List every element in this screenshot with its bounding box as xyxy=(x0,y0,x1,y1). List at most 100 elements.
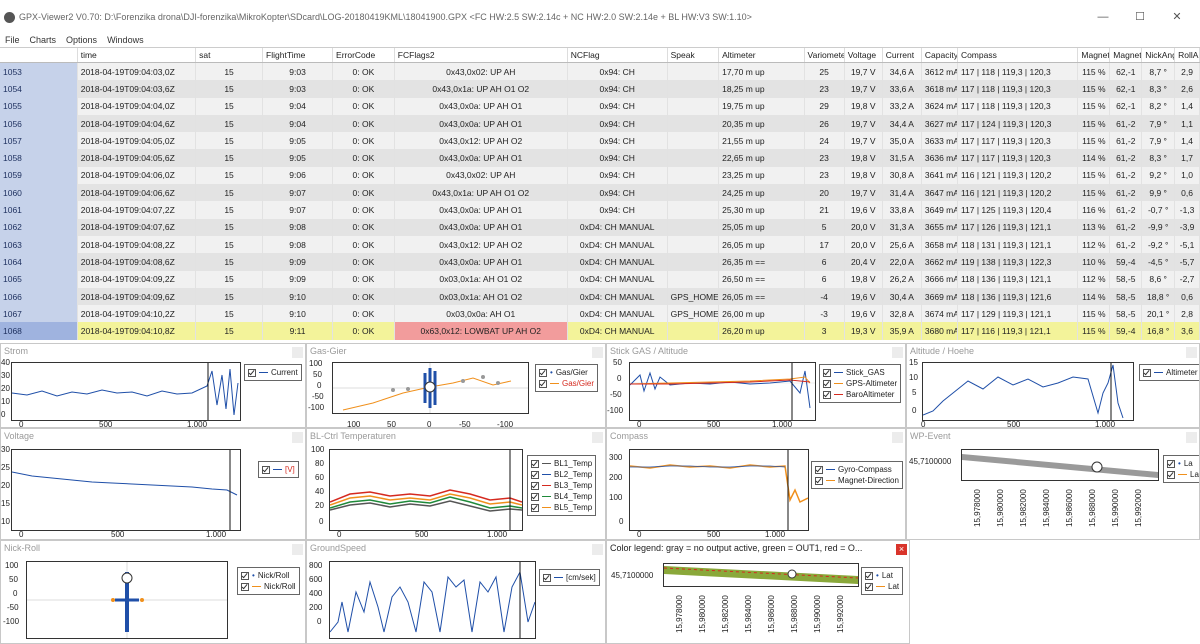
table-cell[interactable]: 114 % xyxy=(1077,149,1111,167)
table-cell[interactable]: 30,4 A xyxy=(882,287,922,306)
table-cell[interactable]: 62,-1 xyxy=(1109,80,1143,98)
table-cell[interactable]: 1,1 xyxy=(1174,114,1200,133)
table-cell[interactable]: 115 % xyxy=(1077,80,1111,98)
table-cell[interactable]: 2018-04-19T09:04:04,6Z xyxy=(77,114,197,133)
table-cell[interactable]: 26,35 m == xyxy=(718,253,805,271)
table-cell[interactable]: 117 | 126 | 119,3 | 121,1 xyxy=(957,218,1079,236)
table-cell[interactable]: 19,7 V xyxy=(844,62,883,81)
table-cell[interactable]: 3680 mAh xyxy=(921,322,958,340)
table-cell[interactable]: 9:05 xyxy=(262,149,334,167)
checkbox-icon[interactable] xyxy=(531,481,539,490)
table-cell[interactable]: 0,6 xyxy=(1174,184,1200,202)
table-cell[interactable]: 19,8 V xyxy=(844,149,883,167)
column-header[interactable]: Variometer xyxy=(804,48,845,63)
table-cell[interactable]: 9,2 ° xyxy=(1141,166,1176,185)
table-cell[interactable]: 62,-1 xyxy=(1109,62,1143,81)
table-cell[interactable]: -5,1 xyxy=(1174,235,1200,254)
table-cell[interactable]: 0x94: CH xyxy=(567,166,668,185)
table-cell[interactable]: -0,7 ° xyxy=(1141,201,1176,219)
table-cell[interactable]: 9:03 xyxy=(262,80,334,98)
table-cell[interactable]: 2,9 xyxy=(1174,62,1200,81)
table-cell[interactable]: 30,8 A xyxy=(882,166,922,185)
table-cell[interactable]: 61,-2 xyxy=(1109,201,1143,219)
table-cell[interactable]: 61,-2 xyxy=(1109,149,1143,167)
table-cell[interactable]: 16,8 ° xyxy=(1141,322,1176,340)
table-cell[interactable]: 6 xyxy=(804,253,845,271)
table-cell[interactable]: 0: OK xyxy=(332,305,395,323)
table-cell[interactable]: 25,05 m up xyxy=(718,218,805,236)
row-header[interactable]: 1065 xyxy=(0,270,78,288)
table-cell[interactable]: 0x63,0x12: LOWBAT UP AH O2 xyxy=(394,322,568,340)
table-cell[interactable]: 3636 mAh xyxy=(921,149,958,167)
checkbox-icon[interactable] xyxy=(823,390,831,399)
table-cell[interactable]: 0x43,0x0a: UP AH O1 xyxy=(394,201,568,219)
table-row[interactable]: 1059 2018-04-19T09:04:06,0Z 15 9:06 0: OK 0x4… xyxy=(0,166,1200,185)
checkbox-icon[interactable] xyxy=(539,368,547,377)
table-cell[interactable]: 33,2 A xyxy=(882,97,922,115)
checkbox-icon[interactable] xyxy=(1143,368,1151,377)
table-cell[interactable]: 9:10 xyxy=(262,305,334,323)
table-cell[interactable]: 112 % xyxy=(1077,270,1111,288)
table-row[interactable]: 1067 2018-04-19T09:04:10,2Z 15 9:10 0: OK 0x0… xyxy=(0,305,1200,323)
table-cell[interactable]: 23 xyxy=(804,149,845,167)
table-cell[interactable]: 0x43,0x02: UP AH xyxy=(394,62,568,81)
row-header[interactable]: 1062 xyxy=(0,218,78,236)
table-cell[interactable]: 2018-04-19T09:04:04,0Z xyxy=(77,97,197,115)
column-header[interactable]: Capacity xyxy=(921,48,958,63)
checkbox-icon[interactable] xyxy=(241,571,249,580)
table-cell[interactable] xyxy=(667,270,720,288)
table-cell[interactable]: 3666 mAh xyxy=(921,270,958,288)
table-cell[interactable]: 19,6 V xyxy=(844,287,883,306)
table-cell[interactable]: 117 | 117 | 119,3 | 120,3 xyxy=(957,132,1079,150)
table-cell[interactable]: 9:03 xyxy=(262,62,334,81)
table-cell[interactable] xyxy=(667,62,720,81)
maximize-button[interactable]: ☐ xyxy=(1125,8,1155,26)
table-cell[interactable]: 35,9 A xyxy=(882,322,922,340)
table-cell[interactable] xyxy=(667,322,720,340)
checkbox-icon[interactable] xyxy=(539,379,547,388)
row-header[interactable]: 1057 xyxy=(0,132,78,150)
table-cell[interactable]: 0x43,0x12: UP AH O2 xyxy=(394,132,568,150)
table-cell[interactable]: 15 xyxy=(195,114,264,133)
table-cell[interactable]: 9:11 xyxy=(262,322,334,340)
table-cell[interactable]: 8,3 ° xyxy=(1141,80,1176,98)
row-header[interactable]: 1055 xyxy=(0,97,78,115)
table-cell[interactable]: 9,9 ° xyxy=(1141,184,1176,202)
table-cell[interactable]: 22,0 A xyxy=(882,253,922,271)
table-cell[interactable]: 9:09 xyxy=(262,253,334,271)
table-cell[interactable]: 15 xyxy=(195,287,264,306)
table-cell[interactable]: -3,9 xyxy=(1174,218,1200,236)
table-cell[interactable]: 117 | 117 | 119,3 | 120,3 xyxy=(957,149,1079,167)
row-header[interactable]: 1056 xyxy=(0,114,78,133)
table-cell[interactable]: 24,25 m up xyxy=(718,184,805,202)
table-cell[interactable]: 0: OK xyxy=(332,80,395,98)
table-cell[interactable]: 119 | 138 | 119,3 | 122,3 xyxy=(957,253,1079,271)
table-cell[interactable]: -1,3 xyxy=(1174,201,1200,219)
table-cell[interactable]: 9:07 xyxy=(262,184,334,202)
table-cell[interactable]: 0x94: CH xyxy=(567,62,668,81)
table-cell[interactable]: 115 % xyxy=(1077,97,1111,115)
table-cell[interactable]: 9:04 xyxy=(262,97,334,115)
table-cell[interactable]: 116 % xyxy=(1077,201,1111,219)
table-cell[interactable]: 26,00 m up xyxy=(718,305,805,323)
table-row[interactable]: 1066 2018-04-19T09:04:09,6Z 15 9:10 0: OK 0x0… xyxy=(0,287,1200,306)
table-cell[interactable]: 118 | 136 | 119,3 | 121,6 xyxy=(957,287,1079,306)
table-cell[interactable]: GPS_HOME xyxy=(667,305,720,323)
legend-item[interactable]: Current xyxy=(248,367,298,378)
table-cell[interactable]: 2018-04-19T09:04:06,6Z xyxy=(77,184,197,202)
table-cell[interactable]: 3641 mAh xyxy=(921,166,958,185)
row-header[interactable]: 1054 xyxy=(0,80,78,98)
table-cell[interactable]: 9:07 xyxy=(262,201,334,219)
row-header[interactable]: 1068 xyxy=(0,322,78,340)
table-row[interactable]: 1060 2018-04-19T09:04:06,6Z 15 9:07 0: OK 0x4… xyxy=(0,184,1200,202)
table-cell[interactable]: 15 xyxy=(195,62,264,81)
row-header[interactable]: 1061 xyxy=(0,201,78,219)
table-cell[interactable] xyxy=(667,253,720,271)
table-cell[interactable]: 0: OK xyxy=(332,132,395,150)
legend-item[interactable]: Lat xyxy=(865,581,899,592)
table-cell[interactable]: 116 | 121 | 119,3 | 120,2 xyxy=(957,166,1079,185)
checkbox-icon[interactable] xyxy=(262,465,270,474)
table-cell[interactable]: 0x03,0x1a: AH O1 O2 xyxy=(394,287,568,306)
column-header[interactable] xyxy=(0,48,78,63)
table-cell[interactable]: 0x94: CH xyxy=(567,201,668,219)
